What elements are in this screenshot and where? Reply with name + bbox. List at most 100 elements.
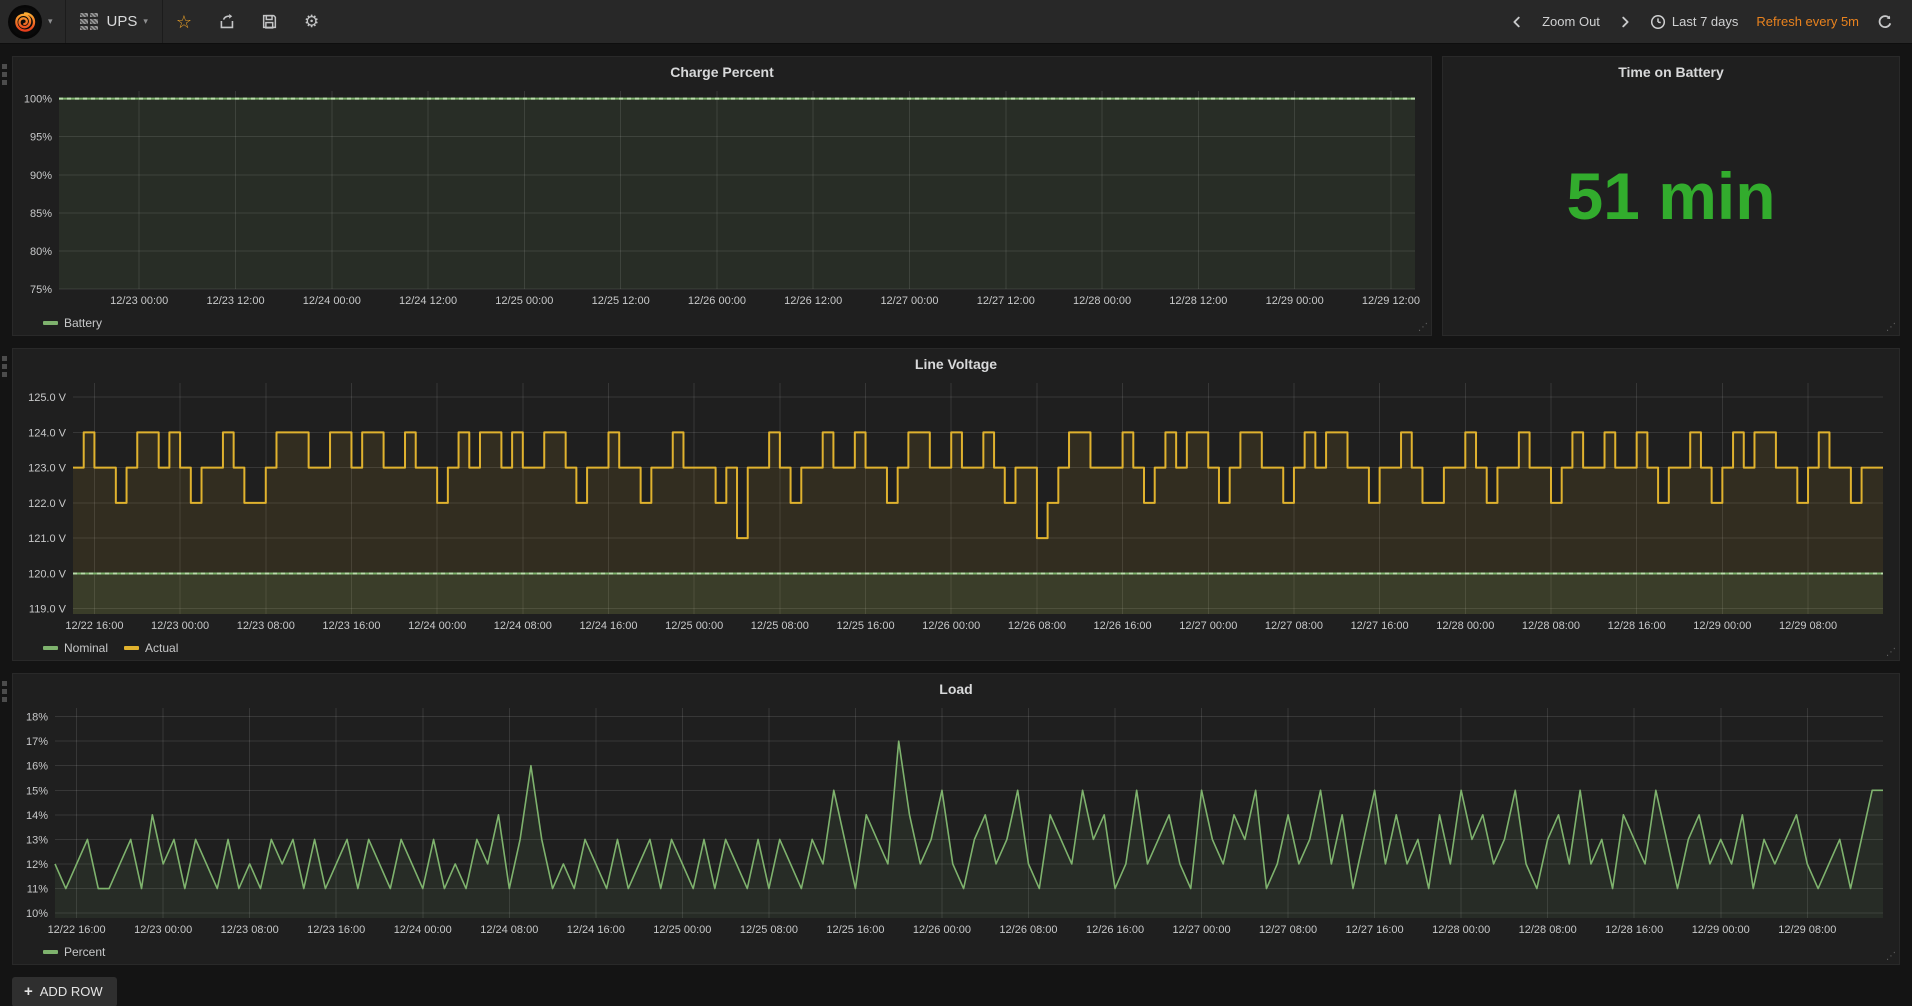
svg-text:12%: 12% [26, 859, 48, 871]
svg-text:12/23 12:00: 12/23 12:00 [206, 295, 264, 307]
dashboard-grid-icon [79, 12, 98, 31]
add-row-button[interactable]: + ADD ROW [12, 977, 117, 1006]
panel-line-voltage: Line Voltage 119.0 V 120.0 V 121.0 V 122.0 … [12, 348, 1900, 661]
chart-canvas-charge-percent[interactable]: 75% 80% 85% 90% 95% 100% 12/23 00:00 12/23 12:0… [13, 83, 1431, 311]
svg-text:12/27 00:00: 12/27 00:00 [880, 295, 938, 307]
svg-text:124.0 V: 124.0 V [28, 427, 67, 439]
panel-title[interactable]: Load [13, 674, 1899, 700]
row-drag-handle[interactable] [2, 356, 7, 377]
svg-text:75%: 75% [30, 284, 52, 296]
panel-title[interactable]: Charge Percent [13, 57, 1431, 83]
svg-text:12/28 00:00: 12/28 00:00 [1073, 295, 1131, 307]
share-icon [220, 13, 234, 29]
row-drag-handle[interactable] [2, 681, 7, 702]
refresh-icon [1878, 14, 1892, 28]
time-back-button[interactable] [1501, 0, 1533, 43]
svg-text:12/23 00:00: 12/23 00:00 [134, 924, 192, 936]
dashboard-row-3: Load 10% 11% 12% 13% 14% 15% 16% 17% 18% 12/22 16… [2, 673, 1900, 965]
row-drag-handle[interactable] [2, 64, 7, 85]
svg-text:12/27 08:00: 12/27 08:00 [1259, 924, 1317, 936]
panel-resize-handle[interactable]: ⋰ [1886, 648, 1896, 658]
star-button[interactable]: ☆ [163, 0, 205, 43]
svg-text:12/27 00:00: 12/27 00:00 [1179, 620, 1237, 632]
svg-text:12/24 08:00: 12/24 08:00 [480, 924, 538, 936]
svg-text:15%: 15% [26, 785, 48, 797]
svg-text:12/22 16:00: 12/22 16:00 [48, 924, 106, 936]
chart-canvas-line-voltage[interactable]: 119.0 V 120.0 V 121.0 V 122.0 V 123.0 V 124.0… [13, 375, 1899, 636]
svg-text:13%: 13% [26, 834, 48, 846]
grafana-main-menu[interactable]: ▾ [0, 0, 66, 43]
grafana-logo-icon [8, 4, 42, 39]
time-range-picker[interactable]: Last 7 days [1641, 0, 1748, 43]
svg-text:12/25 00:00: 12/25 00:00 [653, 924, 711, 936]
svg-text:125.0 V: 125.0 V [28, 392, 67, 404]
panel-resize-handle[interactable]: ⋰ [1886, 952, 1896, 962]
svg-text:12/26 00:00: 12/26 00:00 [688, 295, 746, 307]
svg-text:12/28 16:00: 12/28 16:00 [1605, 924, 1663, 936]
panel-load: Load 10% 11% 12% 13% 14% 15% 16% 17% 18% 12/22 16… [12, 673, 1900, 965]
share-button[interactable] [205, 0, 248, 43]
refresh-button[interactable] [1868, 0, 1902, 43]
chart-canvas-load[interactable]: 10% 11% 12% 13% 14% 15% 16% 17% 18% 12/22 16:00 12… [13, 700, 1899, 940]
svg-text:12/27 12:00: 12/27 12:00 [977, 295, 1035, 307]
svg-text:12/25 16:00: 12/25 16:00 [836, 620, 894, 632]
svg-text:12/24 12:00: 12/24 12:00 [399, 295, 457, 307]
svg-text:12/27 08:00: 12/27 08:00 [1265, 620, 1323, 632]
dashboard-picker[interactable]: UPS ▾ [66, 0, 163, 43]
svg-text:12/25 00:00: 12/25 00:00 [495, 295, 553, 307]
svg-text:12/26 00:00: 12/26 00:00 [922, 620, 980, 632]
refresh-interval-picker[interactable]: Refresh every 5m [1747, 0, 1868, 43]
svg-text:12/26 00:00: 12/26 00:00 [913, 924, 971, 936]
svg-text:121.0 V: 121.0 V [28, 533, 67, 545]
legend-color-dash [43, 950, 58, 954]
svg-text:12/27 16:00: 12/27 16:00 [1346, 924, 1404, 936]
svg-text:12/26 08:00: 12/26 08:00 [999, 924, 1057, 936]
svg-text:12/24 16:00: 12/24 16:00 [579, 620, 637, 632]
dashboard-title: UPS [106, 13, 138, 30]
svg-text:12/25 08:00: 12/25 08:00 [740, 924, 798, 936]
save-button[interactable] [248, 0, 291, 43]
gear-icon: ⚙ [304, 12, 320, 31]
legend-item-actual[interactable]: Actual [124, 641, 178, 655]
clock-icon [1650, 14, 1665, 29]
svg-text:12/28 16:00: 12/28 16:00 [1608, 620, 1666, 632]
svg-text:100%: 100% [24, 94, 52, 106]
svg-text:12/24 16:00: 12/24 16:00 [567, 924, 625, 936]
svg-text:12/24 08:00: 12/24 08:00 [494, 620, 552, 632]
legend-label: Percent [64, 945, 106, 959]
svg-text:12/27 00:00: 12/27 00:00 [1172, 924, 1230, 936]
svg-text:12/23 00:00: 12/23 00:00 [110, 295, 168, 307]
panel-resize-handle[interactable]: ⋰ [1418, 323, 1428, 333]
svg-text:10%: 10% [26, 908, 48, 920]
chart-legend: Battery [13, 311, 1431, 335]
svg-text:12/24 00:00: 12/24 00:00 [408, 620, 466, 632]
panel-resize-handle[interactable]: ⋰ [1886, 323, 1896, 333]
settings-button[interactable]: ⚙ [291, 0, 332, 43]
svg-text:12/22 16:00: 12/22 16:00 [65, 620, 123, 632]
caret-down-icon: ▾ [143, 16, 148, 26]
svg-text:12/26 16:00: 12/26 16:00 [1086, 924, 1144, 936]
svg-text:18%: 18% [26, 712, 48, 724]
svg-text:12/27 16:00: 12/27 16:00 [1351, 620, 1409, 632]
svg-text:12/28 08:00: 12/28 08:00 [1522, 620, 1580, 632]
svg-text:17%: 17% [26, 736, 48, 748]
dashboard-row-1: Charge Percent 75% 80% 85% 90% 95% 100% 12/23 … [2, 56, 1900, 336]
panel-title[interactable]: Time on Battery [1443, 57, 1899, 83]
chart-legend: Nominal Actual [13, 636, 1899, 660]
chevron-right-icon [1622, 16, 1629, 27]
chevron-left-icon [1513, 16, 1520, 27]
svg-text:12/25 00:00: 12/25 00:00 [665, 620, 723, 632]
zoom-out-button[interactable]: Zoom Out [1533, 0, 1609, 43]
legend-label: Battery [64, 316, 103, 330]
legend-item-battery[interactable]: Battery [43, 316, 102, 330]
legend-item-nominal[interactable]: Nominal [43, 641, 108, 655]
svg-text:12/29 00:00: 12/29 00:00 [1266, 295, 1324, 307]
legend-label: Nominal [64, 641, 109, 655]
svg-text:12/23 16:00: 12/23 16:00 [322, 620, 380, 632]
svg-text:12/26 08:00: 12/26 08:00 [1008, 620, 1066, 632]
legend-item-percent[interactable]: Percent [43, 945, 105, 959]
panel-charge-percent: Charge Percent 75% 80% 85% 90% 95% 100% 12/23 … [12, 56, 1432, 336]
panel-title[interactable]: Line Voltage [13, 349, 1899, 375]
time-forward-button[interactable] [1609, 0, 1641, 43]
chart-legend: Percent [13, 940, 1899, 964]
